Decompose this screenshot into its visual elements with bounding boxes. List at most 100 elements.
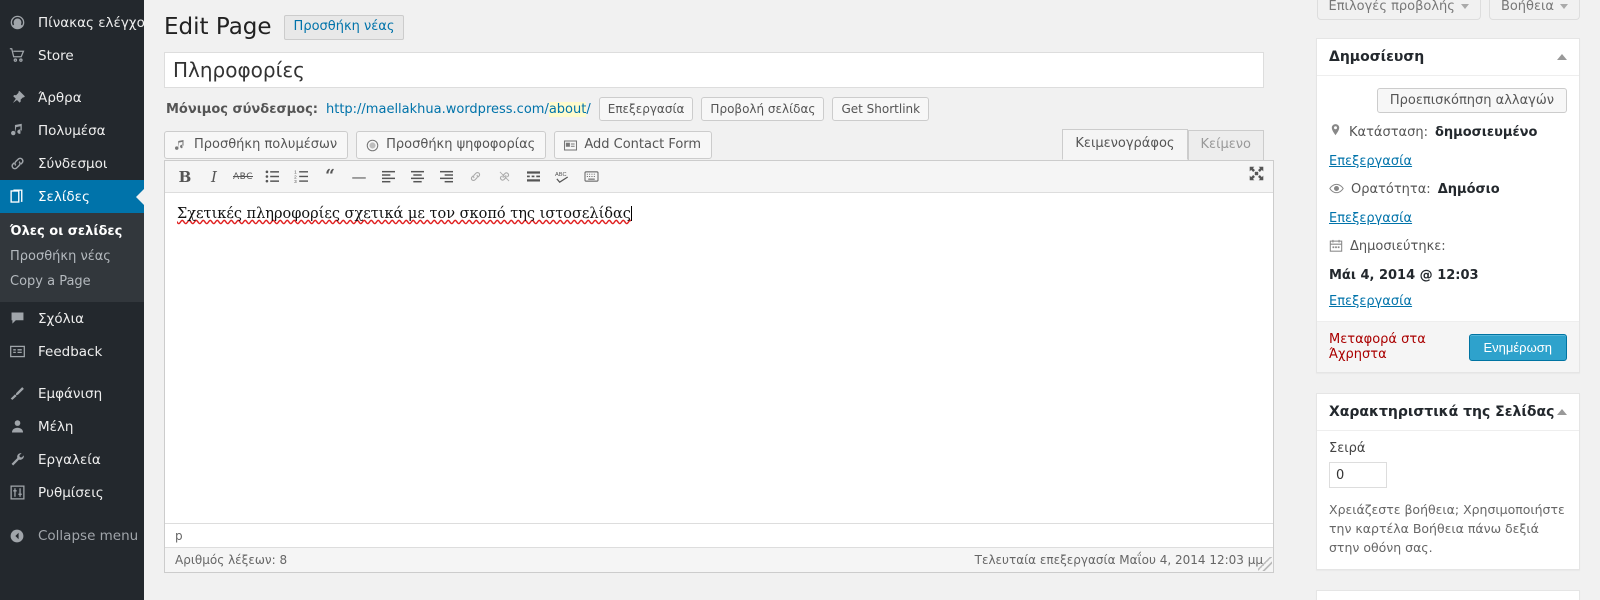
add-poll-button[interactable]: Προσθήκη ψηφοφορίας xyxy=(356,131,547,159)
bold-icon[interactable]: B xyxy=(171,165,199,189)
read-more-icon[interactable] xyxy=(519,165,547,189)
permalink-base: http://maellakhua.wordpress.com/ xyxy=(325,101,549,117)
sidebar-item-comments[interactable]: Σχόλια xyxy=(0,302,144,335)
sidebar-item-appearance[interactable]: Εμφάνιση xyxy=(0,377,144,410)
published-date-row: Δημοσιεύτηκε: Μάι 4, 2014 @ 12:03 Επεξερ… xyxy=(1329,237,1567,311)
kitchen-sink-icon[interactable] xyxy=(577,165,605,189)
publish-box-body: Προεπισκόπηση αλλαγών Κατάσταση: δημοσιε… xyxy=(1317,76,1579,372)
visibility-label: Ορατότητα: xyxy=(1351,182,1431,197)
visibility-row: Ορατότητα: Δημόσιο Επεξεργασία xyxy=(1329,180,1567,228)
editor-resize-handle[interactable] xyxy=(1258,557,1272,571)
editor-element-path: p xyxy=(165,523,1273,547)
align-center-icon[interactable] xyxy=(403,165,431,189)
visibility-value: Δημόσιο xyxy=(1437,182,1500,197)
editor-mode-tabs: Κειμενογράφος Κείμενο xyxy=(1062,129,1264,160)
horizontal-rule-icon[interactable]: — xyxy=(345,165,373,189)
align-right-icon[interactable] xyxy=(432,165,460,189)
edit-published-link[interactable]: Επεξεργασία xyxy=(1329,292,1567,311)
status-label: Κατάσταση: xyxy=(1349,125,1428,140)
eye-icon xyxy=(1329,181,1344,202)
svg-text:3: 3 xyxy=(294,179,297,183)
tab-visual-editor[interactable]: Κειμενογράφος xyxy=(1062,129,1188,160)
add-new-page-button[interactable]: Προσθήκη νέας xyxy=(283,15,405,40)
sidebar-item-label: Εμφάνιση xyxy=(38,385,103,402)
help-button[interactable]: Βοήθεια xyxy=(1488,0,1580,20)
sidebar-item-label: Ρυθμίσεις xyxy=(38,484,104,501)
cart-icon xyxy=(9,47,31,64)
chevron-up-icon[interactable] xyxy=(1557,409,1567,415)
tools-icon xyxy=(9,451,31,468)
sidebar-item-dashboard[interactable]: Πίνακας ελέγχου xyxy=(0,6,153,39)
text-caret xyxy=(630,206,632,221)
submenu-item-add-new[interactable]: Προσθήκη νέας xyxy=(0,244,144,269)
align-left-icon[interactable] xyxy=(374,165,402,189)
sidebar-item-users[interactable]: Μέλη xyxy=(0,410,144,443)
spellcheck-icon[interactable]: ABC xyxy=(548,165,576,189)
add-contact-form-label: Add Contact Form xyxy=(584,137,702,152)
word-count: Αριθμός λέξεων: 8 xyxy=(175,553,288,567)
unlink-icon[interactable] xyxy=(490,165,518,189)
get-shortlink-button[interactable]: Get Shortlink xyxy=(832,97,930,121)
editor-content-area[interactable]: Σχετικές πληροφορίες σχετικά με τον σκοπ… xyxy=(165,193,1273,523)
chevron-up-icon[interactable] xyxy=(1557,54,1567,60)
add-media-label: Προσθήκη πολυμέσων xyxy=(194,137,338,152)
sidebar-item-tools[interactable]: Εργαλεία xyxy=(0,443,144,476)
edit-permalink-button[interactable]: Επεξεργασία xyxy=(598,97,694,121)
strikethrough-icon[interactable]: ABC xyxy=(229,165,257,189)
sidebar-item-media[interactable]: Πολυμέσα xyxy=(0,114,144,147)
view-page-button[interactable]: Προβολή σελίδας xyxy=(701,97,825,121)
numbered-list-icon[interactable]: 123 xyxy=(287,165,315,189)
insert-link-icon[interactable] xyxy=(461,165,489,189)
page-attributes-help: Χρειάζεστε βοήθεια; Χρησιμοποιήστε την κ… xyxy=(1329,502,1565,555)
editor-column: Edit Page Προσθήκη νέας Μόνιμος σύνδεσμο… xyxy=(144,0,1274,573)
preview-changes-button[interactable]: Προεπισκόπηση αλλαγών xyxy=(1376,88,1567,113)
add-contact-form-button[interactable]: Add Contact Form xyxy=(554,131,713,159)
sidebar-item-label: Store xyxy=(38,47,74,64)
featured-image-header[interactable]: Featured Image xyxy=(1317,591,1579,600)
published-value: Μάι 4, 2014 @ 12:03 xyxy=(1329,268,1479,283)
publish-box-header[interactable]: Δημοσίευση xyxy=(1317,39,1579,76)
italic-icon[interactable]: I xyxy=(200,165,228,189)
post-title-input[interactable] xyxy=(164,52,1264,88)
sidebar-item-label: Σύνδεσμοι xyxy=(38,155,108,172)
blockquote-icon[interactable]: “ xyxy=(316,165,344,189)
bulleted-list-icon[interactable] xyxy=(258,165,286,189)
page-title-text: Edit Page xyxy=(164,14,272,40)
sidebar-item-store[interactable]: Store xyxy=(0,39,144,72)
page-order-input[interactable] xyxy=(1329,462,1387,488)
poll-icon xyxy=(365,138,380,153)
dashboard-icon xyxy=(9,14,31,31)
sidebar-item-feedback[interactable]: Feedback xyxy=(0,335,144,368)
link-icon xyxy=(9,155,31,172)
sidebar-item-label: Feedback xyxy=(38,343,103,360)
status-row: Κατάσταση: δημοσιευμένο Επεξεργασία xyxy=(1329,123,1567,171)
move-to-trash-link[interactable]: Μεταφορά στα Άχρηστα xyxy=(1329,332,1469,362)
permalink-label: Μόνιμος σύνδεσμος: xyxy=(166,101,318,117)
page-attributes-header[interactable]: Χαρακτηριστικά της Σελίδας xyxy=(1317,394,1579,431)
add-media-icon xyxy=(173,138,188,153)
sidebar-item-pages[interactable]: Σελίδες xyxy=(0,180,144,213)
submenu-item-all-pages[interactable]: Όλες οι σελίδες xyxy=(0,219,144,244)
screen-options-button[interactable]: Επιλογές προβολής xyxy=(1316,0,1481,20)
pages-icon xyxy=(9,188,31,205)
sidebar-item-links[interactable]: Σύνδεσμοι xyxy=(0,147,144,180)
permalink-slug: about xyxy=(548,101,587,117)
collapse-menu-label: Collapse menu xyxy=(38,527,139,544)
collapse-arrow-icon xyxy=(9,528,31,544)
distraction-free-writing-icon[interactable] xyxy=(1248,165,1265,186)
sidebar-item-settings[interactable]: Ρυθμίσεις xyxy=(0,476,144,509)
edit-status-link[interactable]: Επεξεργασία xyxy=(1329,152,1567,171)
add-media-button[interactable]: Προσθήκη πολυμέσων xyxy=(164,131,349,159)
tab-text-editor[interactable]: Κείμενο xyxy=(1187,130,1264,160)
contact-form-icon xyxy=(563,138,578,153)
submenu-item-copy-a-page[interactable]: Copy a Page xyxy=(0,269,144,294)
update-button[interactable]: Ενημέρωση xyxy=(1468,333,1567,361)
permalink-trailing: / xyxy=(586,101,591,117)
chevron-down-icon xyxy=(1460,4,1469,9)
sidebar-item-posts[interactable]: Άρθρα xyxy=(0,81,144,114)
admin-sidebar: Πίνακας ελέγχου Store Άρθρα Πολυμέσα Σύν… xyxy=(0,0,153,600)
edit-visibility-link[interactable]: Επεξεργασία xyxy=(1329,209,1412,228)
collapse-menu-button[interactable]: Collapse menu xyxy=(0,519,144,552)
publish-box-title: Δημοσίευση xyxy=(1329,49,1425,65)
chevron-down-icon xyxy=(1560,4,1568,9)
